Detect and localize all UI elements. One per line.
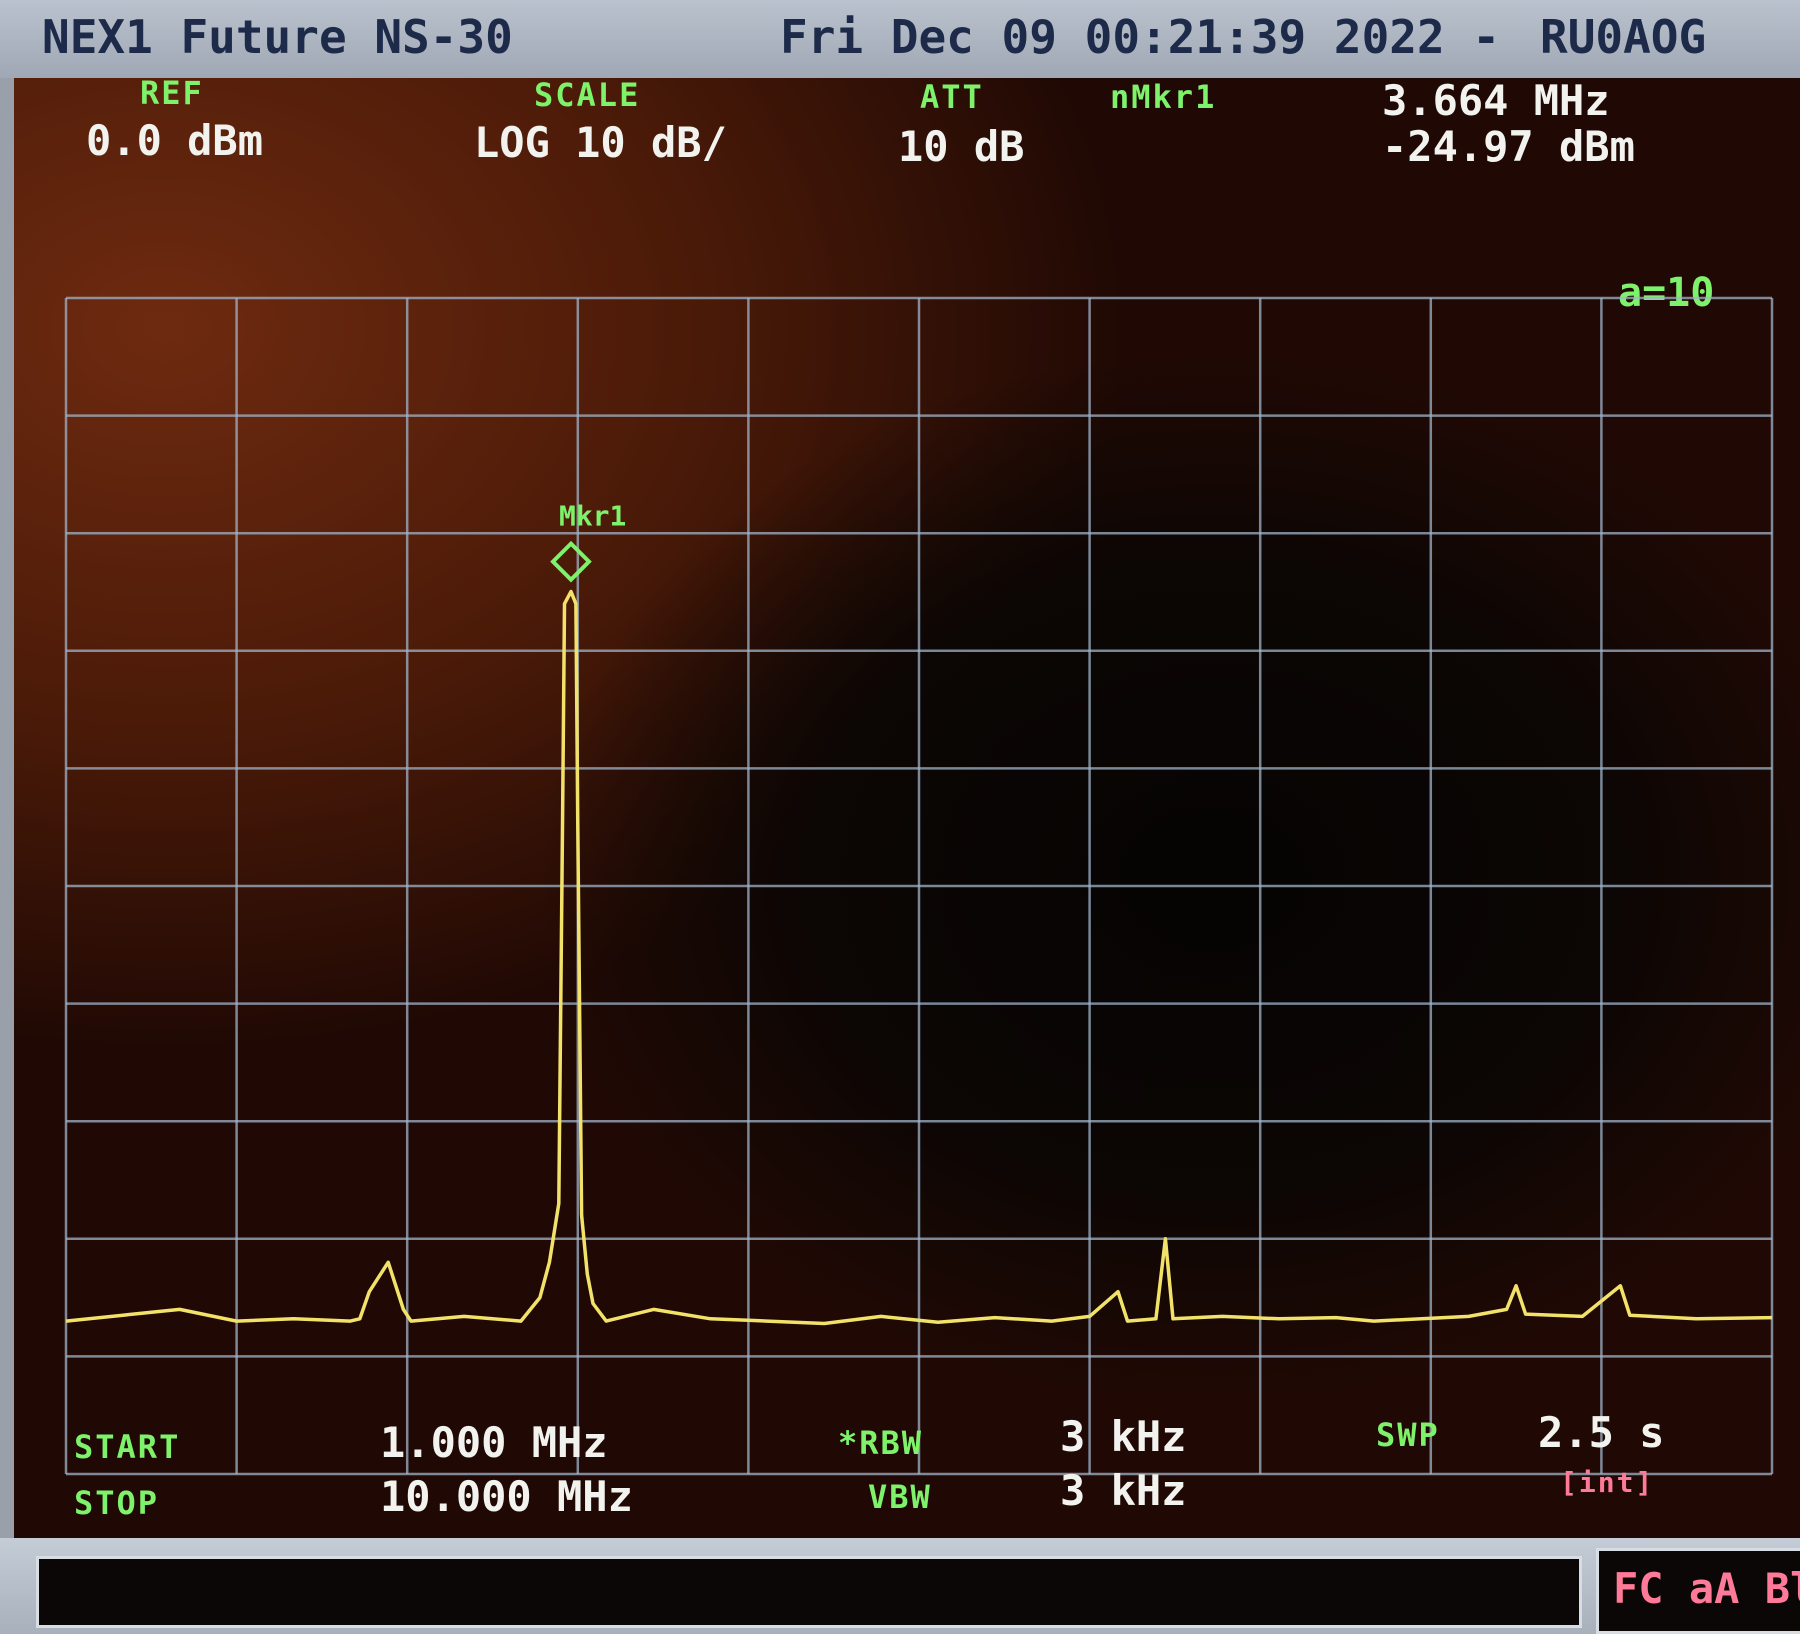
instrument-name: NEX1 Future NS-30 bbox=[42, 10, 513, 64]
stop-label: STOP bbox=[74, 1484, 160, 1522]
sweep-value: 2.5 s bbox=[1538, 1408, 1665, 1457]
sweep-label: SWP bbox=[1376, 1416, 1440, 1454]
sweep-mode: [int] bbox=[1560, 1466, 1655, 1499]
rbw-value: 3 kHz bbox=[1060, 1412, 1187, 1461]
start-value: 1.000 MHz bbox=[380, 1418, 608, 1467]
datetime: Fri Dec 09 00:21:39 2022 - bbox=[780, 10, 1501, 64]
marker-diamond bbox=[550, 540, 592, 583]
analyzer-screen: REF 0.0 dBm SCALE LOG 10 dB/ ATT 10 dB n… bbox=[14, 78, 1800, 1538]
status-flags: FC aA Bl bbox=[1596, 1548, 1800, 1634]
callsign: RU0AOG bbox=[1540, 10, 1707, 64]
rbw-label: *RBW bbox=[838, 1424, 924, 1462]
marker-name-label: Mkr1 bbox=[559, 500, 626, 533]
stop-value: 10.000 MHz bbox=[380, 1472, 633, 1521]
status-bar: FC aA Bl bbox=[0, 1538, 1800, 1634]
start-label: START bbox=[74, 1428, 181, 1466]
spectrum-chart: Mkr1 bbox=[64, 296, 1774, 1476]
message-box bbox=[36, 1556, 1582, 1628]
vbw-value: 3 kHz bbox=[1060, 1466, 1187, 1515]
vbw-label: VBW bbox=[868, 1478, 932, 1516]
title-bar: NEX1 Future NS-30 Fri Dec 09 00:21:39 20… bbox=[0, 0, 1800, 78]
